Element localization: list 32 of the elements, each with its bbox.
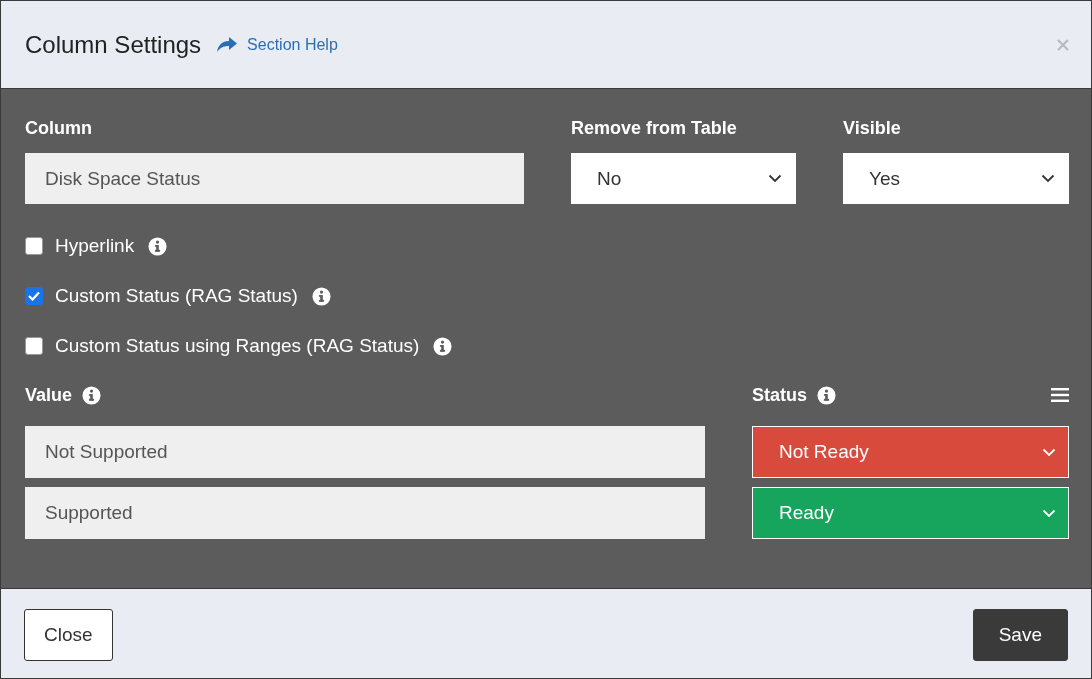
field-label: Remove from Table <box>571 117 737 139</box>
info-icon[interactable] <box>82 385 102 405</box>
checkbox[interactable] <box>25 287 43 305</box>
chevron-down-icon <box>1042 447 1056 457</box>
value-field[interactable]: Supported <box>25 487 705 539</box>
info-icon[interactable] <box>148 236 168 256</box>
section-help-link[interactable]: Section Help <box>217 35 338 54</box>
value-field[interactable]: Not Supported <box>25 426 705 478</box>
field-label: Visible <box>843 117 901 139</box>
checkbox[interactable] <box>25 237 43 255</box>
dropdown-field[interactable]: Yes <box>843 153 1069 204</box>
share-arrow-icon <box>217 36 238 53</box>
status-label: Status <box>752 384 807 406</box>
chevron-down-icon <box>768 174 782 183</box>
field-label: Column <box>25 117 92 139</box>
info-icon[interactable] <box>311 286 331 306</box>
checkbox-label: Hyperlink <box>55 235 135 257</box>
info-icon[interactable] <box>433 336 453 356</box>
checkbox-label: Custom Status (RAG Status) <box>55 285 298 307</box>
chevron-down-icon <box>1041 174 1055 183</box>
close-button[interactable]: Close <box>24 608 113 661</box>
menu-icon[interactable] <box>1051 388 1069 402</box>
column-name-field[interactable]: Disk Space Status <box>25 153 524 204</box>
save-button[interactable]: Save <box>972 608 1068 661</box>
checkbox[interactable] <box>25 337 43 355</box>
chevron-down-icon <box>1042 508 1056 518</box>
status-dropdown[interactable]: Not Ready <box>752 426 1069 478</box>
info-icon[interactable] <box>817 385 836 405</box>
checkbox-label: Custom Status using Ranges (RAG Status) <box>55 335 420 357</box>
dropdown-field[interactable]: No <box>571 153 796 204</box>
value-label: Value <box>25 384 73 406</box>
dialog-title: Column Settings <box>25 30 202 59</box>
